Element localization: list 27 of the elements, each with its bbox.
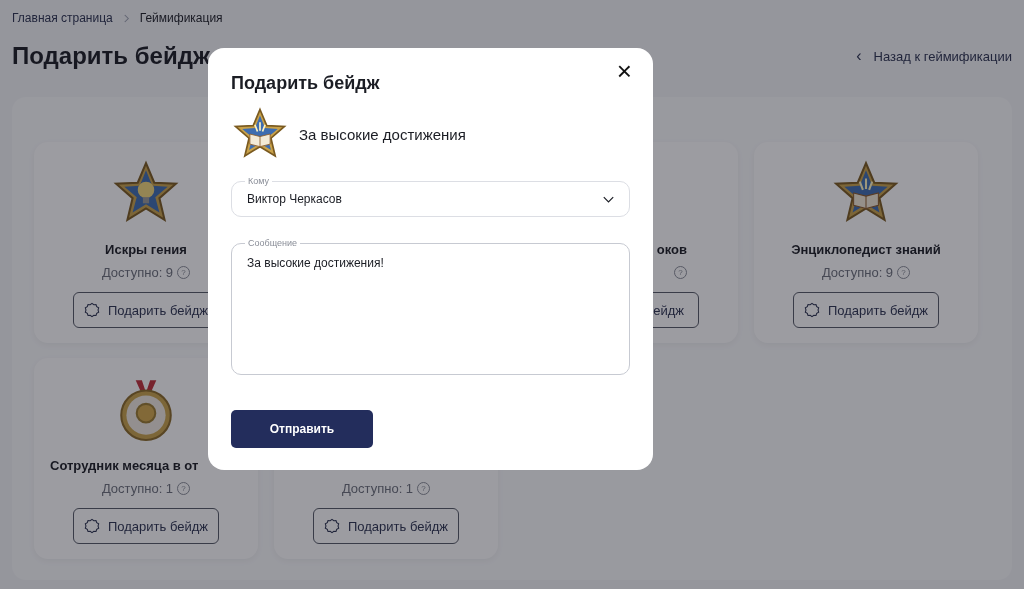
badge-title: оков [656,241,687,257]
gift-badge-button[interactable]: Подарить бейдж [793,292,939,328]
back-link[interactable]: ‹ Назад к геймификации [856,47,1012,65]
badge-title: Искры гения [105,241,187,257]
dialog-title: Подарить бейдж [231,72,380,94]
available-count: Доступно: 9 [101,264,174,280]
badge-outline-icon [324,518,340,534]
available-count: Доступно: 1 [101,480,174,496]
breadcrumb-link[interactable]: Главная страница [12,11,113,25]
available-count: Доступно: 9 [821,264,894,280]
gift-badge-button[interactable]: Подарить бейдж [313,508,459,544]
badge-outline-icon [84,518,100,534]
badge-outline-icon [804,302,820,318]
submit-button[interactable]: Отправить [231,410,373,448]
gift-badge-button[interactable]: Подарить бейдж [73,508,219,544]
badge-outline-icon [84,302,100,318]
chevron-down-icon [603,195,614,203]
chevron-right-icon [122,13,130,23]
field-label: Кому [245,176,273,187]
close-button[interactable]: × [616,62,632,80]
badge-title: Сотрудник месяца в от [50,457,199,473]
breadcrumb-link[interactable]: Геймификация [139,11,223,25]
available-count: Доступно: 1 [341,480,414,496]
page-title: Подарить бейдж [12,42,210,70]
field-label: Сообщение [245,238,300,249]
badge-name: За высокие достижения [299,125,466,143]
badge-title: Энциклопедист знаний [791,241,941,257]
